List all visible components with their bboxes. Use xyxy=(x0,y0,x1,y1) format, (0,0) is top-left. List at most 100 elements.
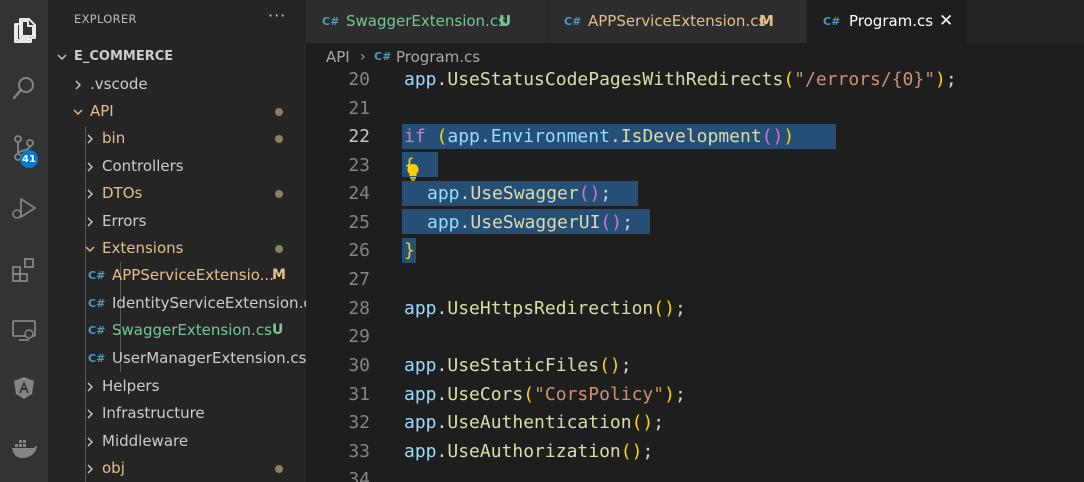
code-token: app xyxy=(404,355,437,376)
tree-file-appserviceextension[interactable]: C# APPServiceExtensio... M xyxy=(48,262,306,289)
tree-folder-middleware[interactable]: Middleware xyxy=(48,428,306,455)
tree-folder-vscode[interactable]: .vscode xyxy=(48,71,306,98)
modified-dot xyxy=(275,245,283,253)
code-token: UseSwagger xyxy=(470,183,579,204)
code-token: ) xyxy=(664,384,675,405)
code-line: { xyxy=(404,155,415,176)
tree-folder-api[interactable]: API xyxy=(48,98,306,125)
code-token: ( xyxy=(783,71,795,90)
code-token: . xyxy=(436,412,448,433)
line-number: 29 xyxy=(348,326,370,347)
tree-folder-bin[interactable]: bin xyxy=(48,125,306,152)
search-icon[interactable] xyxy=(0,64,48,112)
code-token: . xyxy=(436,355,448,376)
code-token: () xyxy=(761,126,784,147)
code-token: { xyxy=(404,155,415,176)
run-debug-icon[interactable] xyxy=(0,184,48,232)
breadcrumb-file[interactable]: Program.cs xyxy=(396,43,480,71)
chevron-right-icon xyxy=(72,71,84,98)
files-icon[interactable] xyxy=(0,6,48,54)
code-token: Environment xyxy=(490,126,610,147)
chevron-right-icon xyxy=(84,180,96,207)
code-token: . xyxy=(436,441,448,462)
modified-dot xyxy=(275,135,283,143)
chevron-right-icon xyxy=(84,153,96,180)
workspace-root-label: E_COMMERCE xyxy=(74,49,174,64)
code-token: () xyxy=(631,412,654,433)
code-token: ; xyxy=(642,441,654,462)
activity-bar: 41 xyxy=(0,0,48,482)
tree-folder-infrastructure[interactable]: Infrastructure xyxy=(48,400,306,427)
extensions-icon[interactable] xyxy=(0,246,48,294)
chevron-down-icon xyxy=(72,98,84,125)
csharp-file-icon: C# xyxy=(322,15,340,28)
tree-file-swaggerextension[interactable]: C# SwaggerExtension.cs U xyxy=(48,317,306,344)
chevron-right-icon xyxy=(84,208,96,235)
more-actions-icon[interactable]: ··· xyxy=(268,6,286,25)
code-token: app xyxy=(404,384,437,405)
breadcrumb-folder[interactable]: API xyxy=(326,43,350,71)
code-line: if (app.Environment.IsDevelopment()) xyxy=(404,126,794,147)
tree-folder-errors[interactable]: Errors xyxy=(48,208,306,235)
code-token: ( xyxy=(523,384,535,405)
code-token: UseCors xyxy=(447,384,524,405)
code-token: ; xyxy=(600,183,612,204)
git-status-badge: M xyxy=(272,267,286,283)
line-number: 25 xyxy=(348,212,370,233)
code-token: UseSwaggerUI xyxy=(470,212,601,233)
code-token: UseStaticFiles xyxy=(447,355,600,376)
tree-label: bin xyxy=(102,129,126,147)
workspace-root[interactable]: E_COMMERCE xyxy=(48,43,306,70)
modified-dot xyxy=(275,190,283,198)
tree-folder-extensions[interactable]: Extensions xyxy=(48,235,306,262)
tree-folder-obj[interactable]: obj xyxy=(48,455,306,482)
code-line: app.UseSwaggerUI(); xyxy=(427,212,633,233)
csharp-file-icon: C# xyxy=(374,50,392,63)
tree-file-identityserviceextension[interactable]: C# IdentityServiceExtension.cs xyxy=(48,290,319,317)
close-icon[interactable]: ✕ xyxy=(939,0,953,43)
code-token: ; xyxy=(653,412,665,433)
tree-label: UserManagerExtension.cs xyxy=(112,349,307,367)
line-number: 21 xyxy=(348,98,370,119)
line-number: 27 xyxy=(348,269,370,290)
tab-appserviceextension[interactable]: C# APPServiceExtension.cs M xyxy=(548,0,807,43)
code-line: app.UseCors("CorsPolicy"); xyxy=(404,384,686,405)
tree-file-usermanagerextension[interactable]: C# UserManagerExtension.cs xyxy=(48,345,306,372)
code-line: app.UseAuthentication(); xyxy=(404,412,664,433)
angular-icon[interactable] xyxy=(0,364,48,412)
tree-folder-controllers[interactable]: Controllers xyxy=(48,153,306,180)
csharp-file-icon: C# xyxy=(88,352,106,365)
explorer-title: EXPLORER xyxy=(74,12,137,26)
tree-label: API xyxy=(90,102,114,120)
code-editor[interactable]: 20 21 22 23 24 25 26 27 28 29 30 31 32 3… xyxy=(306,71,1084,482)
chevron-down-icon xyxy=(84,235,96,262)
code-token: ( xyxy=(436,126,448,147)
code-token: ) xyxy=(935,71,946,90)
line-number: 33 xyxy=(348,441,370,462)
code-token: "CorsPolicy" xyxy=(534,384,665,405)
breadcrumb-separator: › xyxy=(360,49,366,65)
code-line: app.UseHttpsRedirection(); xyxy=(404,298,686,319)
editor-tabs: C# SwaggerExtension.cs U C# APPServiceEx… xyxy=(306,0,1084,43)
tab-program[interactable]: C# Program.cs ✕ xyxy=(807,0,968,43)
tree-folder-dtos[interactable]: DTOs xyxy=(48,180,306,207)
explorer-sidebar: EXPLORER ··· E_COMMERCE .vscode API bin … xyxy=(48,0,319,482)
docker-icon[interactable] xyxy=(0,424,48,472)
code-token: . xyxy=(479,126,491,147)
code-token: } xyxy=(404,240,415,261)
remote-explorer-icon[interactable] xyxy=(0,306,48,354)
tree-folder-helpers[interactable]: Helpers xyxy=(48,373,306,400)
code-token: . xyxy=(609,126,621,147)
tree-label: obj xyxy=(102,459,125,477)
tab-swaggerextension[interactable]: C# SwaggerExtension.cs U xyxy=(306,0,548,43)
modified-dot xyxy=(275,465,283,473)
git-status-badge: M xyxy=(759,12,774,30)
tree-label: .vscode xyxy=(90,75,148,93)
modified-dot xyxy=(275,108,283,116)
line-number: 32 xyxy=(348,412,370,433)
code-token: UseAuthentication xyxy=(447,412,632,433)
tab-label: APPServiceExtension.cs xyxy=(588,12,767,30)
tree-label: Extensions xyxy=(102,239,184,257)
code-token: ; xyxy=(945,71,957,90)
code-line: app.UseAuthorization(); xyxy=(404,441,653,462)
